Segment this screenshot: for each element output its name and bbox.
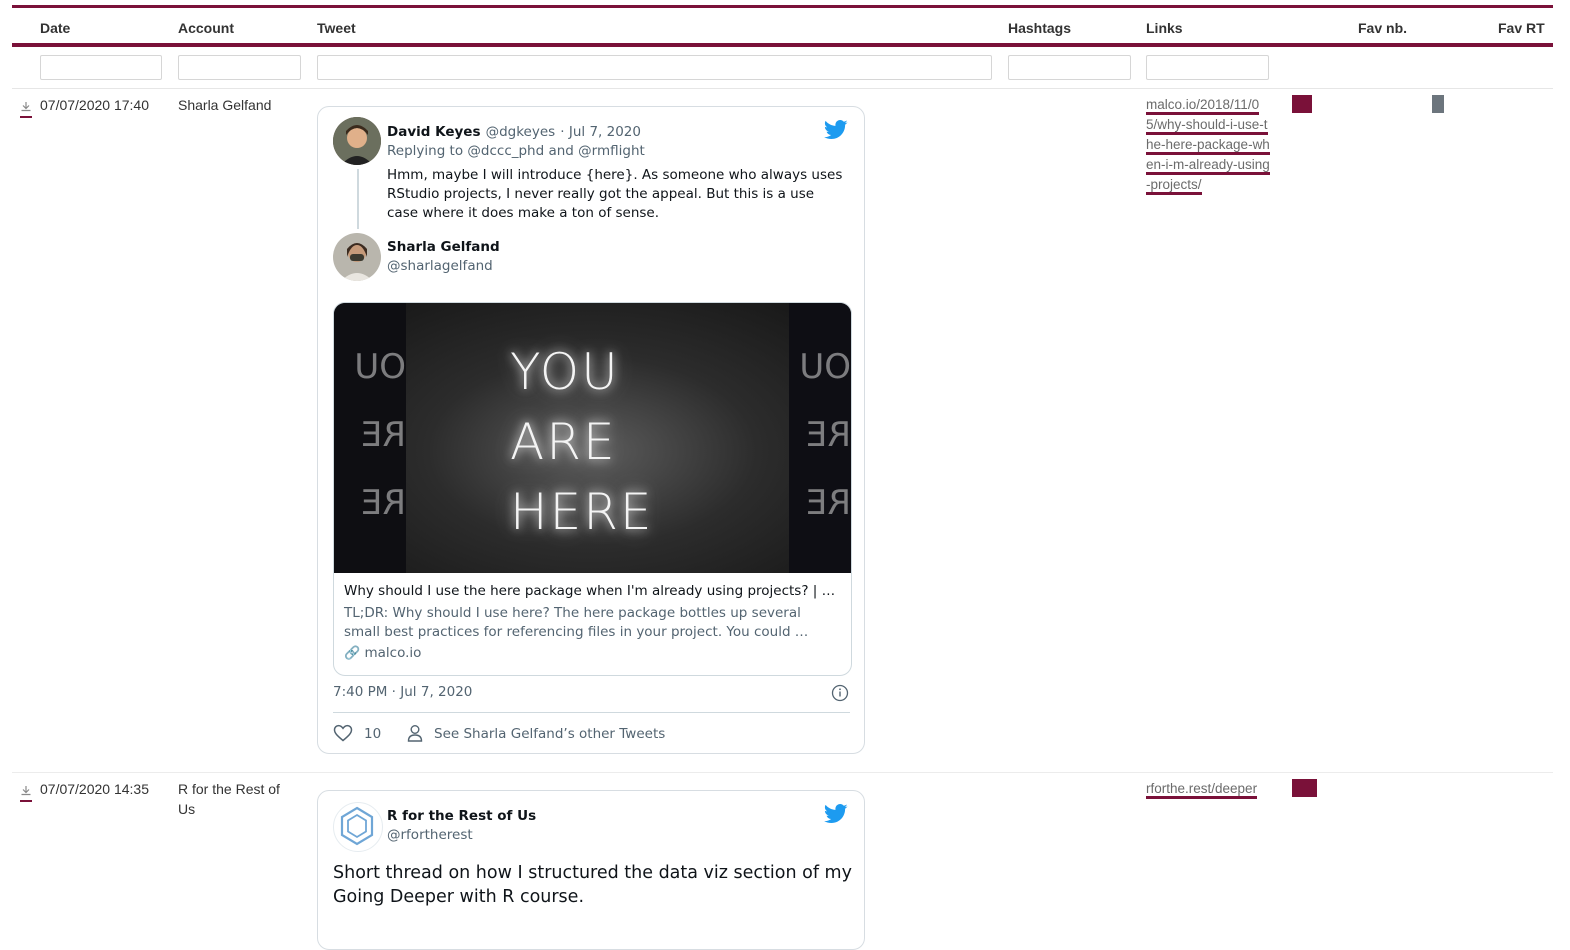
date-filter-input[interactable] [40, 55, 162, 80]
column-header-fav-nb[interactable]: Fav nb. [1358, 20, 1407, 36]
table-header: Date Account Tweet Hashtags Links Fav nb… [12, 8, 1553, 43]
row-account: R for the Rest of Us [178, 781, 280, 817]
embedded-tweet[interactable]: R for the Rest of Us @rfortherest Short … [317, 790, 865, 950]
fav-indicator [1292, 95, 1312, 113]
download-icon[interactable] [20, 785, 32, 802]
column-header-links[interactable]: Links [1146, 20, 1183, 36]
twitter-bird-icon[interactable] [824, 804, 848, 824]
see-other-tweets-link[interactable]: See Sharla Gelfand’s other Tweets [434, 726, 665, 742]
row-account: Sharla Gelfand [178, 97, 272, 113]
table-row: 07/07/2020 17:40 Sharla Gelfand David Ke… [12, 89, 1553, 773]
neon-line-1: YOU [510, 343, 620, 401]
thread-connector [357, 169, 359, 229]
tweet-text: Short thread on how I structured the dat… [333, 863, 852, 907]
person-icon[interactable] [406, 724, 424, 742]
tweet-timestamp[interactable]: 7:40 PM · Jul 7, 2020 [333, 684, 472, 700]
avatar-sharla-gelfand[interactable] [333, 233, 381, 281]
column-header-account[interactable]: Account [178, 20, 234, 36]
filter-row [12, 47, 1553, 89]
reply-author-name[interactable]: David Keyes [387, 124, 480, 140]
reply-author-handle[interactable]: @dgkeyes [486, 124, 556, 140]
row-date: 07/07/2020 14:35 [40, 781, 149, 797]
reply-date[interactable]: · Jul 7, 2020 [560, 124, 641, 140]
row-date: 07/07/2020 17:40 [40, 97, 149, 113]
fav-indicator [1292, 779, 1317, 797]
neon-reflection-right: OU RE RE [799, 347, 851, 523]
neon-line-3: HERE [510, 483, 654, 541]
tweets-table: Date Account Tweet Hashtags Links Fav nb… [12, 5, 1553, 950]
tweet-footer-divider [333, 712, 850, 713]
reply-text: Hmm, maybe I will introduce {here}. As s… [387, 167, 843, 221]
info-icon[interactable] [831, 684, 849, 702]
tweet-author-name[interactable]: Sharla Gelfand [387, 239, 500, 255]
heart-icon[interactable] [333, 724, 353, 742]
account-filter-input[interactable] [178, 55, 301, 80]
tweet-author-handle[interactable]: @sharlagelfand [387, 258, 493, 274]
neon-reflection-left: OU RE RE [354, 347, 406, 523]
links-filter-input[interactable] [1146, 55, 1269, 80]
download-icon[interactable] [20, 101, 32, 118]
card-description: TL;DR: Why should I use here? The here p… [344, 605, 809, 640]
column-header-date[interactable]: Date [40, 20, 70, 36]
link-icon: 🔗 [344, 646, 361, 661]
table-row: 07/07/2020 14:35 R for the Rest of Us R … [12, 773, 1553, 950]
card-domain: malco.io [364, 645, 422, 661]
row-link[interactable]: malco.io/2018/11/05/why-should-i-use-the… [1146, 97, 1270, 195]
column-header-fav-rt[interactable]: Fav RT [1498, 20, 1545, 36]
card-domain-wrap: 🔗 malco.io [344, 645, 421, 661]
avatar-david-keyes[interactable] [333, 117, 381, 165]
like-count[interactable]: 10 [364, 726, 381, 742]
tweet-author-handle[interactable]: @rfortherest [387, 827, 473, 843]
reply-header: David Keyes @dgkeyes · Jul 7, 2020 [387, 121, 641, 140]
replying-to[interactable]: Replying to @dccc_phd and @rmflight [387, 143, 645, 159]
row-link[interactable]: rforthe.rest/deeper [1146, 781, 1258, 799]
embedded-tweet[interactable]: David Keyes @dgkeyes · Jul 7, 2020 Reply… [317, 106, 865, 754]
twitter-bird-icon[interactable] [824, 120, 848, 140]
card-image[interactable]: OU RE RE OU RE RE YOU ARE HERE [334, 303, 851, 573]
hashtags-filter-input[interactable] [1008, 55, 1131, 80]
tweet-author-name[interactable]: R for the Rest of Us [387, 808, 536, 824]
column-header-tweet[interactable]: Tweet [317, 20, 356, 36]
neon-line-2: ARE [510, 413, 617, 471]
card-title: Why should I use the here package when I… [344, 583, 836, 599]
link-card[interactable]: OU RE RE OU RE RE YOU ARE HERE Why should I … [333, 302, 852, 676]
tweet-filter-input[interactable] [317, 55, 992, 80]
rt-indicator [1432, 95, 1444, 113]
avatar-r-for-the-rest-of-us[interactable] [333, 802, 383, 852]
row-link-cell: rforthe.rest/deeper [1146, 779, 1270, 799]
column-header-hashtags[interactable]: Hashtags [1008, 20, 1071, 36]
neon-sign-text: YOU ARE HERE [510, 337, 654, 547]
row-link-cell: malco.io/2018/11/05/why-should-i-use-the… [1146, 95, 1270, 195]
